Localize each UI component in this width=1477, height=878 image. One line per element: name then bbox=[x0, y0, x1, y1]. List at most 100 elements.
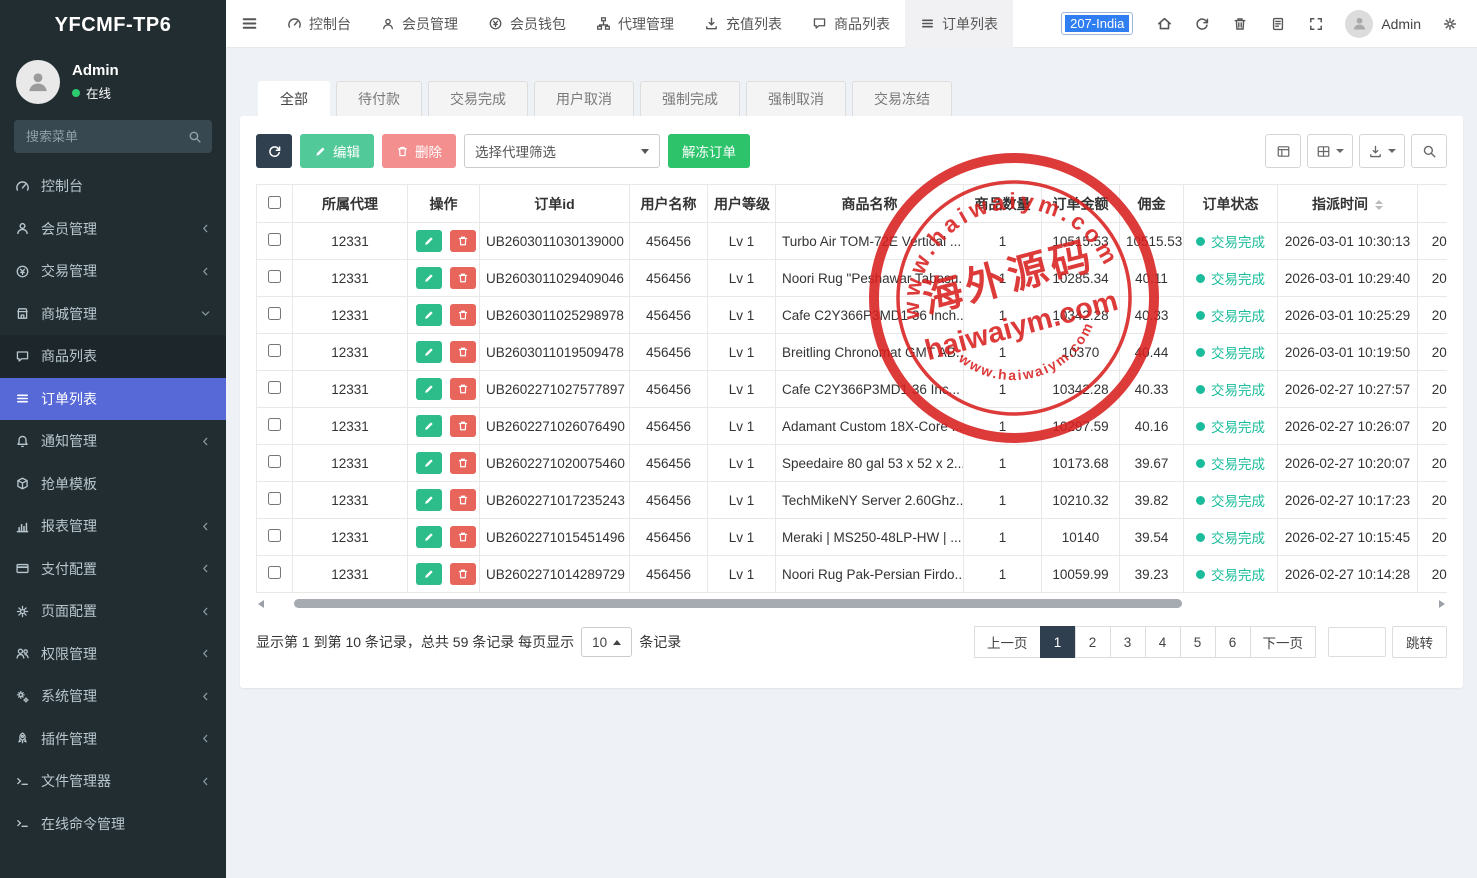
row-checkbox[interactable] bbox=[268, 566, 281, 579]
row-edit-button[interactable] bbox=[416, 230, 442, 252]
row-edit-button[interactable] bbox=[416, 452, 442, 474]
scroll-left-icon[interactable] bbox=[258, 600, 264, 608]
sidebar-item-plugin[interactable]: 插件管理 bbox=[0, 718, 226, 761]
nav-item-recharge[interactable]: 充值列表 bbox=[689, 0, 797, 48]
fullscreen-button[interactable] bbox=[1299, 4, 1333, 44]
agent-filter-select[interactable]: 选择代理筛选 bbox=[464, 134, 660, 168]
select-all-checkbox[interactable] bbox=[268, 196, 281, 209]
row-checkbox[interactable] bbox=[268, 492, 281, 505]
nav-item-agent[interactable]: 代理管理 bbox=[581, 0, 689, 48]
sidebar-item-trade[interactable]: 交易管理 bbox=[0, 250, 226, 293]
tab-force-cancel[interactable]: 强制取消 bbox=[746, 81, 846, 116]
row-delete-button[interactable] bbox=[450, 267, 476, 289]
refresh-table-button[interactable] bbox=[256, 134, 292, 168]
nav-item-members[interactable]: 会员管理 bbox=[366, 0, 473, 48]
sidebar-item-goods-list[interactable]: 商品列表 bbox=[0, 335, 226, 378]
refresh-button[interactable] bbox=[1185, 4, 1219, 44]
delete-button[interactable]: 删除 bbox=[382, 134, 456, 168]
trash-button[interactable] bbox=[1223, 4, 1257, 44]
page-button-5[interactable]: 5 bbox=[1180, 626, 1216, 658]
tab-all[interactable]: 全部 bbox=[258, 81, 330, 116]
sidebar-item-system[interactable]: 系统管理 bbox=[0, 675, 226, 718]
row-checkbox[interactable] bbox=[268, 233, 281, 246]
header-assign-time[interactable]: 指派时间 bbox=[1278, 185, 1418, 223]
row-edit-button[interactable] bbox=[416, 415, 442, 437]
nav-item-goods[interactable]: 商品列表 bbox=[797, 0, 905, 48]
sidebar-item-permission[interactable]: 权限管理 bbox=[0, 633, 226, 676]
page-button-4[interactable]: 4 bbox=[1145, 626, 1181, 658]
page-button-1[interactable]: 1 bbox=[1040, 626, 1076, 658]
agent-filter-input[interactable]: 207-India bbox=[1061, 12, 1133, 35]
row-edit-button[interactable] bbox=[416, 489, 442, 511]
export-button[interactable] bbox=[1359, 134, 1405, 168]
detail-view-button[interactable] bbox=[1265, 134, 1301, 168]
row-edit-button[interactable] bbox=[416, 563, 442, 585]
row-delete-button[interactable] bbox=[450, 378, 476, 400]
row-checkbox[interactable] bbox=[268, 307, 281, 320]
row-checkbox[interactable] bbox=[268, 455, 281, 468]
search-toggle-button[interactable] bbox=[1411, 134, 1447, 168]
settings-button[interactable] bbox=[1433, 4, 1467, 44]
tab-frozen[interactable]: 交易冻结 bbox=[852, 81, 952, 116]
next-page-button[interactable]: 下一页 bbox=[1250, 626, 1317, 658]
row-edit-button[interactable] bbox=[416, 267, 442, 289]
horizontal-scrollbar[interactable] bbox=[256, 598, 1447, 610]
users-icon bbox=[381, 17, 395, 31]
nav-item-console[interactable]: 控制台 bbox=[272, 0, 366, 48]
nav-item-orders[interactable]: 订单列表 bbox=[905, 0, 1013, 48]
sidebar-item-online-command[interactable]: 在线命令管理 bbox=[0, 803, 226, 846]
prev-page-button[interactable]: 上一页 bbox=[974, 626, 1041, 658]
tab-completed[interactable]: 交易完成 bbox=[428, 81, 528, 116]
header-select-all[interactable] bbox=[257, 185, 293, 223]
row-delete-button[interactable] bbox=[450, 526, 476, 548]
row-delete-button[interactable] bbox=[450, 415, 476, 437]
sidebar-item-mall[interactable]: 商城管理 bbox=[0, 293, 226, 336]
store-icon bbox=[15, 306, 30, 321]
row-checkbox[interactable] bbox=[268, 270, 281, 283]
page-size-select[interactable]: 10 bbox=[581, 627, 632, 657]
sidebar-item-page-config[interactable]: 页面配置 bbox=[0, 590, 226, 633]
sidebar-item-notice[interactable]: 通知管理 bbox=[0, 420, 226, 463]
row-checkbox[interactable] bbox=[268, 344, 281, 357]
row-delete-button[interactable] bbox=[450, 341, 476, 363]
nav-item-wallet[interactable]: 会员钱包 bbox=[473, 0, 581, 48]
row-delete-button[interactable] bbox=[450, 304, 476, 326]
tab-pending-payment[interactable]: 待付款 bbox=[336, 81, 422, 116]
sidebar-item-members[interactable]: 会员管理 bbox=[0, 208, 226, 251]
user-menu[interactable]: Admin bbox=[1337, 10, 1429, 38]
columns-button[interactable] bbox=[1307, 134, 1353, 168]
clear-cache-button[interactable] bbox=[1261, 4, 1295, 44]
jump-button[interactable]: 跳转 bbox=[1392, 626, 1447, 658]
row-edit-button[interactable] bbox=[416, 526, 442, 548]
page-button-3[interactable]: 3 bbox=[1110, 626, 1146, 658]
scrollbar-thumb[interactable] bbox=[294, 599, 1182, 608]
row-delete-button[interactable] bbox=[450, 489, 476, 511]
row-delete-button[interactable] bbox=[450, 452, 476, 474]
page-button-6[interactable]: 6 bbox=[1215, 626, 1251, 658]
sidebar-item-order-list[interactable]: 订单列表 bbox=[0, 378, 226, 421]
edit-button[interactable]: 编辑 bbox=[300, 134, 374, 168]
tab-force-complete[interactable]: 强制完成 bbox=[640, 81, 740, 116]
sidebar-item-file-manager[interactable]: 文件管理器 bbox=[0, 760, 226, 803]
home-button[interactable] bbox=[1147, 4, 1181, 44]
row-delete-button[interactable] bbox=[450, 230, 476, 252]
sidebar-item-payment[interactable]: 支付配置 bbox=[0, 548, 226, 591]
sidebar-item-grab-template[interactable]: 抢单模板 bbox=[0, 463, 226, 506]
row-edit-button[interactable] bbox=[416, 341, 442, 363]
sidebar-item-console[interactable]: 控制台 bbox=[0, 165, 226, 208]
row-delete-button[interactable] bbox=[450, 563, 476, 585]
scroll-right-icon[interactable] bbox=[1439, 600, 1445, 608]
row-checkbox[interactable] bbox=[268, 381, 281, 394]
jump-page-input[interactable] bbox=[1328, 627, 1386, 657]
sidebar-item-report[interactable]: 报表管理 bbox=[0, 505, 226, 548]
page-button-2[interactable]: 2 bbox=[1075, 626, 1111, 658]
row-edit-button[interactable] bbox=[416, 304, 442, 326]
row-checkbox[interactable] bbox=[268, 529, 281, 542]
search-icon[interactable] bbox=[178, 120, 212, 153]
tab-user-cancel[interactable]: 用户取消 bbox=[534, 81, 634, 116]
row-edit-button[interactable] bbox=[416, 378, 442, 400]
sidebar-toggle-button[interactable] bbox=[226, 0, 272, 48]
unfreeze-button[interactable]: 解冻订单 bbox=[668, 134, 750, 168]
row-checkbox[interactable] bbox=[268, 418, 281, 431]
menu-search-input[interactable] bbox=[14, 129, 178, 144]
